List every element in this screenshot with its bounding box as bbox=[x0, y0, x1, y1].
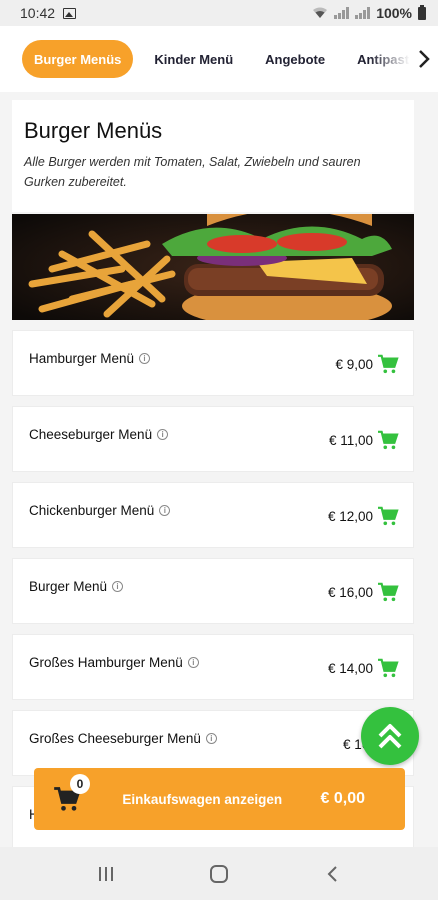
tabs-next-button[interactable] bbox=[410, 40, 438, 78]
menu-item[interactable]: Großes Hamburger Menü i € 14,00 bbox=[12, 634, 414, 700]
category-tabs: Burger Menüs Kinder Menü Angebote Antipa… bbox=[0, 26, 438, 92]
info-icon[interactable]: i bbox=[157, 428, 169, 440]
signal-icon bbox=[334, 7, 350, 19]
item-price: € 14,00 bbox=[327, 660, 373, 676]
item-price: € 9,00 bbox=[335, 356, 373, 372]
status-time: 10:42 bbox=[20, 5, 56, 21]
back-icon bbox=[327, 865, 337, 882]
category-description: Alle Burger werden mit Tomaten, Salat, Z… bbox=[24, 155, 361, 189]
item-name: Burger Menü bbox=[29, 578, 108, 594]
system-nav-bar bbox=[0, 847, 438, 900]
menu-item[interactable]: Chickenburger Menü i € 12,00 bbox=[12, 482, 414, 548]
cart-total: € 0,00 bbox=[320, 790, 365, 807]
scroll-top-button[interactable] bbox=[361, 707, 419, 765]
cart-count-badge: 0 bbox=[70, 774, 90, 794]
info-icon[interactable]: i bbox=[139, 352, 151, 364]
image-notification-icon bbox=[63, 7, 77, 19]
chevron-right-icon bbox=[419, 50, 430, 68]
home-button[interactable] bbox=[199, 854, 239, 894]
menu-item[interactable]: Großes Cheeseburger Menü i € 16, bbox=[12, 710, 414, 776]
item-name: Cheeseburger Menü bbox=[29, 426, 153, 442]
category-header: Burger Menüs Alle Burger werden mit Toma… bbox=[12, 100, 414, 212]
double-chevron-up-icon bbox=[378, 724, 402, 749]
item-price: € 16,00 bbox=[327, 584, 373, 600]
info-icon[interactable]: i bbox=[112, 580, 124, 592]
recent-apps-button[interactable] bbox=[86, 854, 126, 894]
info-icon[interactable]: i bbox=[187, 656, 199, 668]
battery-icon bbox=[418, 4, 426, 20]
wifi-icon bbox=[313, 7, 328, 18]
back-button[interactable] bbox=[312, 854, 352, 894]
menu-item[interactable]: Hamburger Menü i € 9,00 bbox=[12, 330, 414, 396]
cart-icon[interactable] bbox=[377, 658, 399, 678]
status-bar: 10:42 100% bbox=[0, 0, 438, 26]
category-title: Burger Menüs bbox=[24, 118, 163, 143]
view-cart-button[interactable]: 0 Einkaufswagen anzeigen € 0,00 bbox=[34, 768, 405, 830]
cart-icon[interactable] bbox=[377, 354, 399, 374]
cart-button-icon-wrap: 0 bbox=[50, 774, 90, 816]
item-price: € 11,00 bbox=[328, 432, 373, 448]
menu-item[interactable]: Cheeseburger Menü i € 11,00 bbox=[12, 406, 414, 472]
tabs-fade bbox=[370, 26, 410, 92]
cart-icon[interactable] bbox=[377, 430, 399, 450]
info-icon[interactable]: i bbox=[159, 504, 171, 516]
item-price: € 12,00 bbox=[327, 508, 373, 524]
item-name: Chickenburger Menü bbox=[29, 502, 155, 518]
item-name: Hamburger Menü bbox=[29, 350, 135, 366]
cart-icon[interactable] bbox=[377, 582, 399, 602]
item-name: Großes Hamburger Menü bbox=[29, 654, 183, 670]
item-name: Großes Cheeseburger Menü bbox=[29, 730, 201, 746]
battery-percent: 100% bbox=[376, 5, 412, 21]
cart-label: Einkaufswagen anzeigen bbox=[122, 791, 283, 807]
cart-icon[interactable] bbox=[377, 506, 399, 526]
recent-apps-icon bbox=[99, 866, 114, 881]
signal-2-icon bbox=[355, 7, 371, 19]
tab-burger-menus[interactable]: Burger Menüs bbox=[22, 40, 134, 78]
tab-angebote[interactable]: Angebote bbox=[254, 40, 336, 78]
burger-banner-image bbox=[12, 214, 414, 320]
menu-item[interactable]: Burger Menü i € 16,00 bbox=[12, 558, 414, 624]
tab-kinder-menu[interactable]: Kinder Menü bbox=[143, 40, 244, 78]
home-icon bbox=[209, 864, 228, 883]
info-icon[interactable]: i bbox=[205, 732, 217, 744]
